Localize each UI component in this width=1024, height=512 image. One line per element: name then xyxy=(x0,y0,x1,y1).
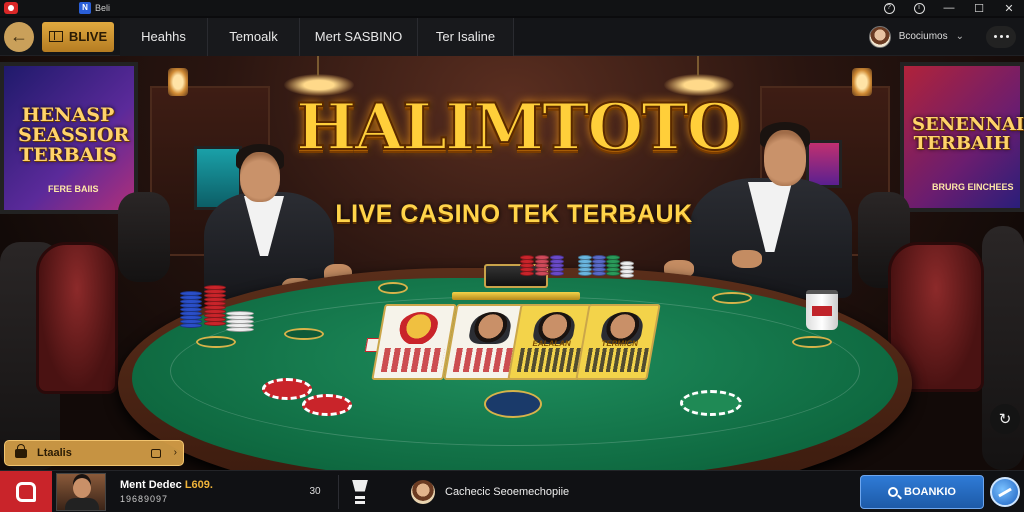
brand-logo-icon[interactable] xyxy=(0,470,52,512)
chip[interactable] xyxy=(302,394,352,416)
window-bar: N Beli ? i — ☐ ✕ xyxy=(0,0,1024,16)
search-cta-label: BOANKIO xyxy=(904,485,956,498)
playing-card-text: TERMICN xyxy=(600,339,639,348)
playing-card[interactable] xyxy=(371,304,457,380)
search-cta-button[interactable]: BOANKIO xyxy=(860,474,984,509)
winner-thumbnail[interactable] xyxy=(56,472,106,511)
user-menu[interactable]: Bcociumos ⌄ xyxy=(868,18,964,56)
chip-cup xyxy=(806,290,838,330)
betting-spot[interactable] xyxy=(792,336,832,348)
refresh-button[interactable]: ↻ xyxy=(990,404,1020,434)
site-tab-title[interactable]: Beli xyxy=(95,3,110,13)
chat-message[interactable]: Cachecic Seoemechopiie xyxy=(445,486,569,498)
chip-stack xyxy=(180,291,202,328)
avatar xyxy=(868,25,891,48)
back-button[interactable]: ← xyxy=(4,21,34,52)
chip-stack xyxy=(620,261,634,278)
winner-amount-highlight: L609. xyxy=(184,479,213,491)
promo-screen-right-sub: BRURG EINCHEES xyxy=(932,182,1014,192)
winner-count: 30 xyxy=(309,486,321,497)
search-icon xyxy=(888,486,899,497)
chip-stack xyxy=(578,255,592,276)
app-logo-icon xyxy=(4,2,18,14)
brand-tagline: LIVE CASINO TEK TERBAUK xyxy=(335,200,693,228)
info-icon: i xyxy=(913,2,925,14)
chip[interactable] xyxy=(262,378,312,400)
chip-stack xyxy=(592,255,606,276)
close-button[interactable]: ✕ xyxy=(994,0,1024,16)
promo-screen-right: SENENNAIT TERBAIH BRURG EINCHEES xyxy=(900,62,1024,212)
help-icon: ? xyxy=(883,2,895,14)
top-navigation: ← BLIVE Heahhs Temoalk Mert SASBINO Ter … xyxy=(0,17,1024,56)
tab-casino[interactable]: Mert SASBINO xyxy=(300,17,418,56)
chair-left xyxy=(36,242,118,394)
betting-spot[interactable] xyxy=(712,292,752,304)
tab-terbaru[interactable]: Ter Isaline xyxy=(418,17,514,56)
brand-title: HALIMTOTO xyxy=(295,90,744,165)
globe-icon[interactable] xyxy=(990,476,1020,507)
more-options-button[interactable] xyxy=(986,25,1016,48)
table-rail xyxy=(452,292,580,300)
chip-stack xyxy=(550,255,564,276)
chip[interactable] xyxy=(680,390,742,416)
wall-sconce xyxy=(852,68,872,96)
tab-terbaik[interactable]: Temoalk xyxy=(208,17,300,56)
grid-icon xyxy=(48,31,63,42)
divider xyxy=(338,474,339,509)
winner-amount: 19689097 xyxy=(120,494,169,504)
promo-screen-left-title: HENASP SEASSIOR TERBAIS xyxy=(18,104,130,166)
betting-spot[interactable] xyxy=(196,336,236,348)
live-casino-scene[interactable]: HENASP SEASSIOR TERBAIS FERE BAIIS SENEN… xyxy=(0,56,1024,470)
chip-stack xyxy=(204,285,226,326)
chip-stack xyxy=(226,311,254,332)
main-betting-circle[interactable] xyxy=(484,390,542,418)
chip-stack xyxy=(520,255,534,276)
betting-spot[interactable] xyxy=(378,282,408,294)
chip-stack xyxy=(535,255,549,276)
chat-avatar xyxy=(411,479,435,504)
wall-sconce xyxy=(168,68,188,96)
checkbox-icon[interactable] xyxy=(151,448,161,458)
live-button-label: BLIVE xyxy=(68,29,108,44)
betting-spot[interactable] xyxy=(284,328,324,340)
chevron-down-icon: ⌄ xyxy=(955,31,964,42)
playing-card[interactable]: TERMICN xyxy=(575,304,661,380)
tab-home[interactable]: Heahhs xyxy=(120,17,208,56)
info-button[interactable]: i xyxy=(904,0,934,16)
maximize-button[interactable]: ☐ xyxy=(964,0,994,16)
live-button[interactable]: BLIVE xyxy=(42,21,114,52)
promo-screen-left-sub: FERE BAIIS xyxy=(48,184,99,194)
chip-stack xyxy=(606,255,620,276)
arrow-left-icon: ← xyxy=(10,26,28,46)
bottom-bar: Ment Dedec L609. 19689097 30 Cachecic Se… xyxy=(0,470,1024,512)
lock-icon xyxy=(15,443,27,458)
site-favicon: N xyxy=(79,2,91,14)
playing-card-text: EALALAN xyxy=(531,339,572,348)
winner-name: Ment Dedec xyxy=(120,479,182,491)
game-search-text: Ltaalis xyxy=(37,447,72,459)
game-search-bar[interactable]: Ltaalis › xyxy=(4,440,184,466)
help-button[interactable]: ? xyxy=(874,0,904,16)
trophy-icon[interactable] xyxy=(349,480,371,504)
winner-info: Ment Dedec L609. 19689097 xyxy=(120,479,300,504)
user-name: Bcociumos xyxy=(898,31,948,42)
refresh-icon: ↻ xyxy=(998,411,1012,428)
chair xyxy=(118,192,170,282)
promo-screen-right-title: SENENNAIT TERBAIH xyxy=(912,114,1024,154)
promo-screen-left: HENASP SEASSIOR TERBAIS FERE BAIIS xyxy=(0,62,138,214)
chevron-right-icon: › xyxy=(173,447,177,458)
minimize-button[interactable]: — xyxy=(934,0,964,16)
